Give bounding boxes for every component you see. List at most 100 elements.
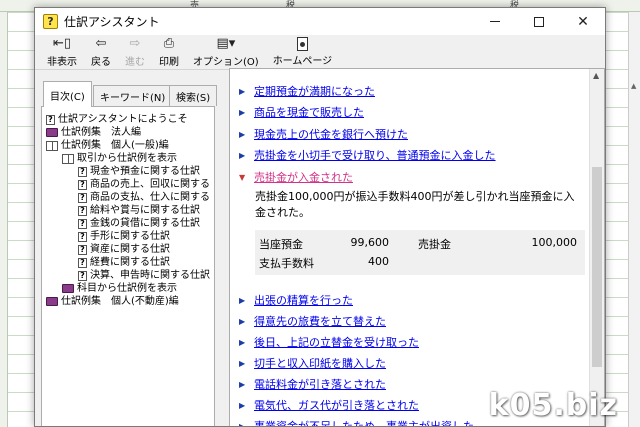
topic-link[interactable]: 電気代、ガス代が引き落とされた: [254, 397, 419, 413]
close-button[interactable]: ✕: [561, 8, 605, 35]
help-page-icon: ?: [78, 179, 87, 190]
collapsed-triangle-icon[interactable]: ▶: [239, 317, 247, 326]
navigation-tabs: 目次(C) キーワード(N) 検索(S): [41, 81, 221, 107]
contents-tree: ? 仕訳アシスタントにようこそ 仕訳例集 法人編 仕訳例集 個人(一般)編取引から仕訳…: [41, 106, 215, 426]
spreadsheet-scrollbar[interactable]: ▲: [628, 12, 640, 427]
tree-item[interactable]: ? 商品の支払、仕入に関する: [42, 191, 214, 204]
topic-item: ▶ 現金売上の代金を銀行へ預けた: [239, 126, 408, 142]
tree-item-label: 科目から仕訳例を表示: [77, 283, 177, 294]
topic-link[interactable]: 後日、上記の立替金を受け取った: [254, 334, 419, 350]
topic-link[interactable]: 電話料金が引き落とされた: [254, 376, 386, 392]
collapsed-triangle-icon[interactable]: ▶: [239, 130, 247, 139]
toolbar: ⇤▯ 非表示 ⇦ 戻る ⇨ 進む ⎙ 印刷 ▤▾ オプション(O) ホームページ: [35, 35, 605, 70]
book-icon: [46, 297, 58, 306]
collapsed-triangle-icon[interactable]: ▶: [239, 151, 247, 160]
tree-item-label: 商品の支払、仕入に関する: [90, 192, 210, 203]
topic-description: 売掛金100,000円が振込手数料400円が差し引かれ当座預金に入金された。: [255, 190, 575, 219]
help-page-icon: ?: [78, 257, 87, 268]
tree-item-label: 取引から仕訳例を表示: [77, 153, 177, 164]
printer-icon: ⎙: [163, 36, 175, 51]
tree-item-label: 給料や賞与に関する仕訳: [90, 205, 200, 216]
tree-item[interactable]: ? 仕訳アシスタントにようこそ: [42, 113, 214, 126]
topic-link[interactable]: 売掛金を小切手で受け取り、普通預金に入金した: [254, 147, 496, 163]
help-page-icon: ?: [78, 270, 87, 281]
collapsed-triangle-icon[interactable]: ▶: [239, 359, 247, 368]
collapsed-triangle-icon[interactable]: ▶: [239, 401, 247, 410]
back-arrow-icon: ⇦: [95, 36, 107, 51]
tree-item[interactable]: 仕訳例集 法人編: [42, 126, 214, 139]
scrollbar-thumb[interactable]: [592, 167, 602, 367]
expanded-triangle-icon[interactable]: ▼: [239, 173, 247, 182]
tree-item[interactable]: 仕訳例集 個人(不動産)編: [42, 295, 214, 308]
options-button[interactable]: ▤▾ オプション(O): [187, 35, 265, 70]
print-button[interactable]: ⎙ 印刷: [153, 35, 185, 70]
collapsed-triangle-icon[interactable]: ▶: [239, 422, 247, 427]
topic-link[interactable]: 得意先の旅費を立て替えた: [254, 313, 386, 329]
topic-link[interactable]: 定期預金が満期になった: [254, 83, 375, 99]
tree-item-label: 仕訳例集 個人(一般)編: [61, 140, 169, 151]
journal-entry-row: 支払手数料 400: [255, 255, 585, 272]
tree-item[interactable]: 取引から仕訳例を表示: [42, 152, 214, 165]
hide-button[interactable]: ⇤▯ 非表示: [41, 35, 83, 70]
tree-item[interactable]: 仕訳例集 個人(一般)編: [42, 139, 214, 152]
scroll-up-arrow-icon[interactable]: ▲: [631, 82, 636, 90]
tab-keyword[interactable]: キーワード(N): [93, 85, 173, 106]
tree-item-label: 金銭の貸借に関する仕訳: [90, 218, 200, 229]
homepage-button[interactable]: ホームページ: [267, 35, 339, 70]
tree-item[interactable]: ? 資産に関する仕訳: [42, 243, 214, 256]
minimize-button[interactable]: [473, 8, 517, 35]
forward-button-label: 進む: [125, 57, 145, 68]
tree-item[interactable]: ? 商品の売上、回収に関する: [42, 178, 214, 191]
topic-link[interactable]: 切手と収入印紙を購入した: [254, 355, 386, 371]
close-icon: ✕: [577, 13, 589, 30]
tab-search[interactable]: 検索(S): [169, 85, 218, 106]
tree-item[interactable]: ? 金銭の貸借に関する仕訳: [42, 217, 214, 230]
back-button-label: 戻る: [91, 57, 111, 68]
maximize-icon: [534, 16, 544, 27]
topic-item: ▼ 売掛金が入金された: [239, 169, 353, 185]
forward-arrow-icon: ⇨: [129, 36, 141, 51]
window-title: 仕訳アシスタント: [64, 15, 160, 29]
maximize-button[interactable]: [517, 8, 561, 35]
tree-item[interactable]: ? 決算、申告時に関する仕訳: [42, 269, 214, 282]
topic-item: ▶ 商品を現金で販売した: [239, 104, 364, 120]
options-icon: ▤▾: [216, 36, 236, 51]
credit-amount: 100,000: [531, 236, 578, 249]
tree-item[interactable]: ? 手形に関する仕訳: [42, 230, 214, 243]
topic-item: ▶ 出張の精算を行った: [239, 292, 353, 308]
open-book-icon: [46, 140, 58, 151]
scroll-up-arrow-icon[interactable]: ▲: [593, 71, 599, 80]
debit-account: 支払手数料: [259, 257, 314, 270]
collapsed-triangle-icon[interactable]: ▶: [239, 296, 247, 305]
help-page-icon: ?: [78, 244, 87, 255]
debit-account: 当座預金: [259, 238, 303, 251]
collapsed-triangle-icon[interactable]: ▶: [239, 108, 247, 117]
credit-account: 売掛金: [418, 238, 451, 251]
tab-contents[interactable]: 目次(C): [43, 81, 92, 107]
collapsed-triangle-icon[interactable]: ▶: [239, 338, 247, 347]
collapsed-triangle-icon[interactable]: ▶: [239, 87, 247, 96]
topic-link[interactable]: 現金売上の代金を銀行へ預けた: [254, 126, 408, 142]
help-app-icon: ?: [43, 14, 58, 29]
content-scrollbar[interactable]: ▲: [589, 69, 604, 426]
options-button-label: オプション(O): [193, 57, 259, 68]
tree-item[interactable]: ? 経費に関する仕訳: [42, 256, 214, 269]
collapsed-triangle-icon[interactable]: ▶: [239, 380, 247, 389]
forward-button[interactable]: ⇨ 進む: [119, 35, 151, 70]
topic-item: ▶ 事業資金が不足したため、事業主が出資した: [239, 418, 474, 427]
topic-content-pane: ▶ 定期預金が満期になった ▶ 商品を現金で販売した ▶ 現金売上の代金を銀行へ預けた ▶ 売…: [229, 68, 605, 427]
back-button[interactable]: ⇦ 戻る: [85, 35, 117, 70]
topic-link[interactable]: 商品を現金で販売した: [254, 104, 364, 120]
journal-entry-row: 当座預金 99,600 売掛金 100,000: [255, 236, 585, 253]
tree-item[interactable]: 科目から仕訳例を表示: [42, 282, 214, 295]
homepage-button-label: ホームページ: [272, 56, 333, 67]
tree-item[interactable]: ? 現金や預金に関する仕訳: [42, 165, 214, 178]
topic-link[interactable]: 出張の精算を行った: [254, 292, 353, 308]
topic-link[interactable]: 事業資金が不足したため、事業主が出資した: [254, 418, 474, 426]
title-bar[interactable]: ? 仕訳アシスタント ✕: [35, 8, 605, 35]
hide-button-label: 非表示: [47, 57, 77, 68]
tree-item[interactable]: ? 給料や賞与に関する仕訳: [42, 204, 214, 217]
topic-link[interactable]: 売掛金が入金された: [254, 169, 353, 185]
tree-item-label: 現金や預金に関する仕訳: [90, 166, 200, 177]
help-page-icon: ?: [78, 166, 87, 177]
